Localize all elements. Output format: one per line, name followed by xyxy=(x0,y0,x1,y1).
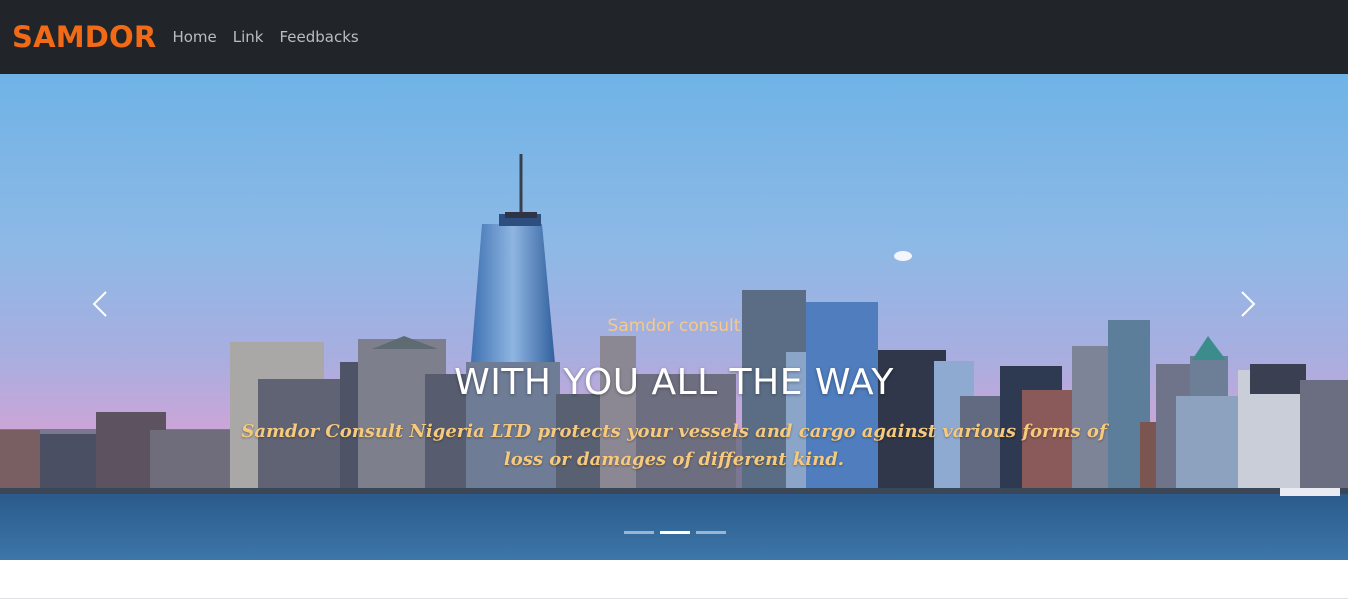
carousel-indicator-1[interactable] xyxy=(624,531,654,534)
top-navbar: SAMDOR Home Link Feedbacks xyxy=(0,0,1348,74)
brand-logo[interactable]: SAMDOR xyxy=(12,20,156,54)
caption-title: WITH YOU ALL THE WAY xyxy=(454,362,894,403)
caption-description: Samdor Consult Nigeria LTD protects your… xyxy=(241,421,1107,470)
hero-carousel: Samdor consult WITH YOU ALL THE WAY Samd… xyxy=(0,74,1348,560)
section-divider xyxy=(0,598,1348,599)
carousel-prev-button[interactable] xyxy=(86,289,116,319)
nav-link-home[interactable]: Home xyxy=(172,28,216,46)
chevron-right-icon xyxy=(1241,291,1256,317)
nav-link-feedbacks[interactable]: Feedbacks xyxy=(279,28,358,46)
carousel-next-button[interactable] xyxy=(1232,289,1262,319)
caption-subtitle: Samdor consult xyxy=(607,316,741,336)
carousel-indicator-2[interactable] xyxy=(660,531,690,534)
nav-links: Home Link Feedbacks xyxy=(172,28,374,46)
nav-link-link[interactable]: Link xyxy=(233,28,264,46)
carousel-indicator-3[interactable] xyxy=(696,531,726,534)
carousel-indicators xyxy=(624,531,732,534)
chevron-left-icon xyxy=(92,291,107,317)
